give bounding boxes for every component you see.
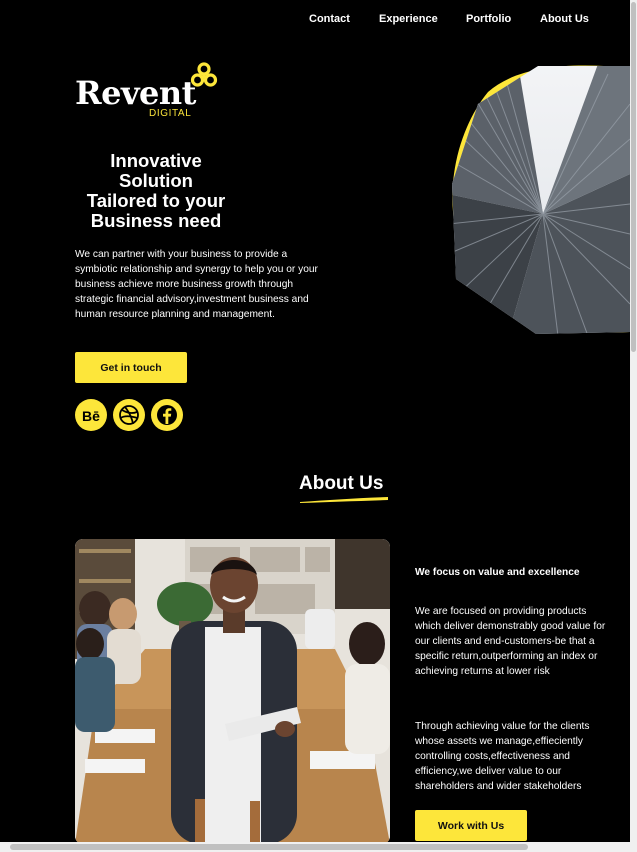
nav-experience[interactable]: Experience <box>379 13 438 25</box>
nav-contact[interactable]: Contact <box>309 13 350 25</box>
vertical-scrollbar[interactable] <box>630 0 637 842</box>
about-paragraph-1: We are focused on providing products whi… <box>415 606 606 677</box>
behance-icon[interactable]: Bē <box>75 399 107 431</box>
team-meeting-photo <box>75 539 390 844</box>
vertical-scroll-thumb[interactable] <box>631 2 636 352</box>
logo-mark-icon <box>190 62 218 87</box>
nav-portfolio[interactable]: Portfolio <box>466 13 511 25</box>
title-underline <box>300 497 388 503</box>
get-in-touch-button[interactable]: Get in touch <box>75 352 187 383</box>
about-paragraph-2: Through achieving value for the clients … <box>415 721 590 792</box>
hero-building-image <box>452 65 630 334</box>
facebook-icon[interactable] <box>151 399 183 431</box>
about-heading: We focus on value and excellence <box>415 567 580 578</box>
hero-title: Innovative Solution Tailored to your Bus… <box>86 150 226 231</box>
logo-subtitle: DIGITAL <box>149 108 192 119</box>
hero-description: We can partner with your business to pro… <box>75 249 318 320</box>
svg-text:Bē: Bē <box>82 408 100 423</box>
logo-wordmark: Revent <box>75 74 196 112</box>
work-with-us-button[interactable]: Work with Us <box>415 810 527 841</box>
top-nav: Contact Experience Portfolio About Us <box>0 13 630 27</box>
horizontal-scrollbar[interactable] <box>0 842 637 852</box>
horizontal-scroll-thumb[interactable] <box>10 844 528 850</box>
dribbble-icon[interactable] <box>113 399 145 431</box>
about-section-title: About Us <box>299 473 384 494</box>
nav-about-us[interactable]: About Us <box>540 13 589 25</box>
brand-logo[interactable]: Revent DIGITAL <box>75 62 225 122</box>
